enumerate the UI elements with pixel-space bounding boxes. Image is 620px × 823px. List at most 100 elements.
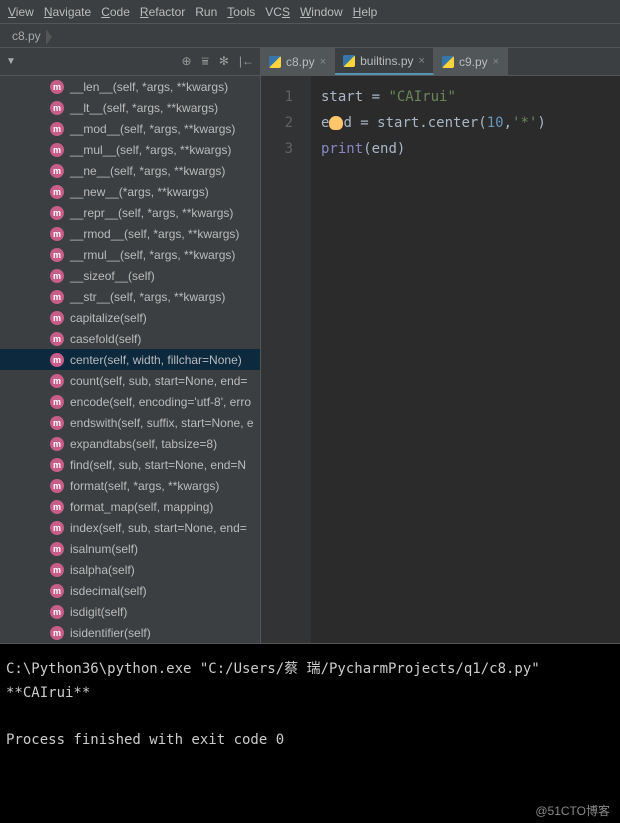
tab-label: c9.py <box>459 55 488 69</box>
close-icon[interactable]: × <box>320 56 326 68</box>
zoom-icon[interactable]: ⊕ <box>181 54 191 69</box>
member-item[interactable]: m__ne__(self, *args, **kwargs) <box>0 160 260 181</box>
sidebar-toolbar: ▼ ⊕ ⩸ ✻ |← <box>0 48 260 76</box>
collapse-icon[interactable]: |← <box>239 54 254 69</box>
method-icon: m <box>50 353 64 367</box>
member-item[interactable]: m__str__(self, *args, **kwargs) <box>0 286 260 307</box>
method-icon: m <box>50 458 64 472</box>
code-line: print(end) <box>321 136 620 162</box>
close-icon[interactable]: × <box>493 56 499 68</box>
member-label: isalnum(self) <box>70 542 138 556</box>
member-label: endswith(self, suffix, start=None, e <box>70 416 254 430</box>
python-file-icon <box>442 56 454 68</box>
member-item[interactable]: mencode(self, encoding='utf-8', erro <box>0 391 260 412</box>
member-item[interactable]: m __lt__(self, *args, **kwargs) <box>0 97 260 118</box>
method-icon: m <box>50 437 64 451</box>
member-item[interactable]: mformat(self, *args, **kwargs) <box>0 475 260 496</box>
menu-help[interactable]: Help <box>353 5 378 19</box>
editor-tabs: c8.py×builtins.py×c9.py× <box>261 48 620 76</box>
menu-view[interactable]: View <box>8 5 34 19</box>
menu-bar: View Navigate Code Refactor Run Tools VCS Windo… <box>0 0 620 24</box>
member-label: encode(self, encoding='utf-8', erro <box>70 395 251 409</box>
member-label: casefold(self) <box>70 332 141 346</box>
menu-code[interactable]: Code <box>101 5 130 19</box>
structure-sidebar: ▼ ⊕ ⩸ ✻ |← m__len__(self, *args, **kwarg… <box>0 48 261 643</box>
tab-c8-py[interactable]: c8.py × <box>261 48 335 75</box>
member-item[interactable]: m__len__(self, *args, **kwargs) <box>0 76 260 97</box>
menu-navigate[interactable]: Navigate <box>44 5 91 19</box>
member-item[interactable]: m center(self, width, fillchar=None) <box>0 349 260 370</box>
close-icon[interactable]: × <box>419 55 425 67</box>
method-icon: m <box>50 206 64 220</box>
method-icon: m <box>50 248 64 262</box>
member-item[interactable]: m __mod__(self, *args, **kwargs) <box>0 118 260 139</box>
member-label: __rmul__(self, *args, **kwargs) <box>70 248 235 262</box>
member-item[interactable]: m isidentifier(self) <box>0 622 260 643</box>
tab-label: c8.py <box>286 55 315 69</box>
member-item[interactable]: m __rmul__(self, *args, **kwargs) <box>0 244 260 265</box>
menu-tools[interactable]: Tools <box>227 5 255 19</box>
member-label: __mod__(self, *args, **kwargs) <box>70 122 235 136</box>
console-exit: Process finished with exit code 0 <box>6 732 284 748</box>
member-item[interactable]: m__mul__(self, *args, **kwargs) <box>0 139 260 160</box>
method-icon: m <box>50 542 64 556</box>
alignment-icon[interactable]: ⩸ <box>202 54 209 69</box>
tab-c9-py[interactable]: c9.py × <box>434 48 508 75</box>
member-item[interactable]: m isdecimal(self) <box>0 580 260 601</box>
dropdown-icon[interactable]: ▼ <box>6 56 16 67</box>
member-label: __repr__(self, *args, **kwargs) <box>70 206 233 220</box>
member-label: center(self, width, fillchar=None) <box>70 353 242 367</box>
member-item[interactable]: m__rmod__(self, *args, **kwargs) <box>0 223 260 244</box>
member-item[interactable]: misalpha(self) <box>0 559 260 580</box>
menu-vcs[interactable]: VCS <box>265 5 290 19</box>
member-label: __lt__(self, *args, **kwargs) <box>70 101 218 115</box>
menu-refactor[interactable]: Refactor <box>140 5 185 19</box>
breadcrumb-item[interactable]: c8.py <box>8 27 47 45</box>
method-icon: m <box>50 80 64 94</box>
gear-icon[interactable]: ✻ <box>219 54 229 69</box>
method-icon: m <box>50 626 64 640</box>
line-number: 2 <box>261 110 293 136</box>
console-command: C:\Python36\python.exe "C:/Users/蔡 瑞/Pyc… <box>6 661 540 677</box>
member-item[interactable]: m __repr__(self, *args, **kwargs) <box>0 202 260 223</box>
member-item[interactable]: mformat_map(self, mapping) <box>0 496 260 517</box>
member-item[interactable]: m__sizeof__(self) <box>0 265 260 286</box>
code-area[interactable]: start = "CAIrui" ed = start.center(10,'*… <box>311 76 620 643</box>
member-item[interactable]: misdigit(self) <box>0 601 260 622</box>
method-icon: m <box>50 122 64 136</box>
method-icon: m <box>50 563 64 577</box>
breadcrumb-bar: c8.py <box>0 24 620 48</box>
member-item[interactable]: mcount(self, sub, start=None, end= <box>0 370 260 391</box>
member-label: __new__(*args, **kwargs) <box>70 185 209 199</box>
intention-bulb-icon[interactable] <box>329 116 343 130</box>
method-icon: m <box>50 584 64 598</box>
method-icon: m <box>50 101 64 115</box>
method-icon: m <box>50 500 64 514</box>
editor-pane: c8.py×builtins.py×c9.py× 123 start = "CA… <box>261 48 620 643</box>
member-item[interactable]: mfind(self, sub, start=None, end=N <box>0 454 260 475</box>
member-item[interactable]: mexpandtabs(self, tabsize=8) <box>0 433 260 454</box>
method-icon: m <box>50 143 64 157</box>
menu-run[interactable]: Run <box>195 5 217 19</box>
member-item[interactable]: m isalnum(self) <box>0 538 260 559</box>
method-icon: m <box>50 521 64 535</box>
member-label: __sizeof__(self) <box>70 269 155 283</box>
member-item[interactable]: mcasefold(self) <box>0 328 260 349</box>
method-icon: m <box>50 311 64 325</box>
python-file-icon <box>343 55 355 67</box>
member-item[interactable]: m__new__(*args, **kwargs) <box>0 181 260 202</box>
member-item[interactable]: m capitalize(self) <box>0 307 260 328</box>
console-output: **CAIrui** <box>6 685 90 701</box>
member-item[interactable]: mindex(self, sub, start=None, end= <box>0 517 260 538</box>
method-icon: m <box>50 227 64 241</box>
member-item[interactable]: m endswith(self, suffix, start=None, e <box>0 412 260 433</box>
method-icon: m <box>50 416 64 430</box>
member-label: isdecimal(self) <box>70 584 147 598</box>
menu-window[interactable]: Window <box>300 5 343 19</box>
member-label: isidentifier(self) <box>70 626 151 640</box>
main-area: ▼ ⊕ ⩸ ✻ |← m__len__(self, *args, **kwarg… <box>0 48 620 643</box>
tab-builtins-py[interactable]: builtins.py× <box>335 48 434 75</box>
member-label: capitalize(self) <box>70 311 147 325</box>
code-line: ed = start.center(10,'*') <box>321 110 620 136</box>
method-icon: m <box>50 374 64 388</box>
